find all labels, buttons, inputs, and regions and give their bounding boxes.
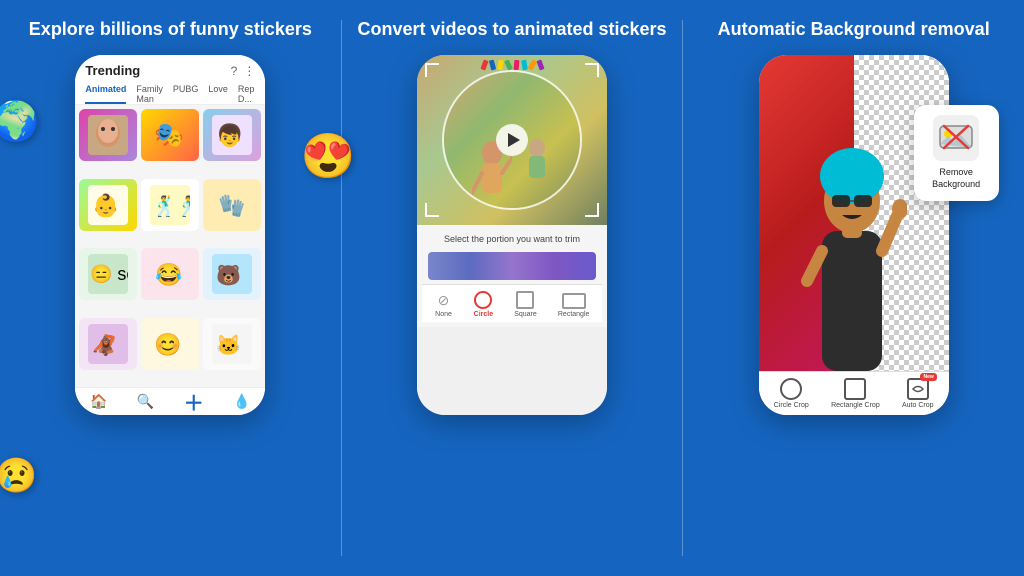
sticker-cell-3[interactable]: 👦 [203, 109, 261, 161]
home-icon[interactable]: 🏠 [90, 393, 107, 410]
svg-text:😂: 😂 [155, 262, 182, 287]
play-button[interactable] [496, 124, 528, 156]
sticker-app: Trending ? ⋮ Animated Family Man PUBG Lo… [75, 55, 265, 415]
sticker-cell-2[interactable]: 🎭 [141, 109, 199, 161]
panel-stickers-title: Explore billions of funny stickers [29, 18, 312, 41]
add-icon[interactable]: ＋ [184, 387, 204, 415]
svg-text:🎭: 🎭 [154, 122, 184, 149]
select-trim-text: Select the portion you want to trim [422, 230, 602, 248]
tool-square[interactable]: Square [514, 291, 537, 318]
question-icon[interactable]: ? [231, 64, 238, 78]
sticker-tabs: Animated Family Man PUBG Love Republic D… [85, 84, 255, 104]
bracket-tl [425, 63, 439, 77]
sticker-cell-11[interactable]: 😊 [141, 318, 199, 370]
svg-text:🦧: 🦧 [92, 333, 117, 357]
panel-bg-title: Automatic Background removal [718, 18, 990, 41]
circle-crop[interactable] [442, 70, 582, 210]
tool-circle[interactable]: Circle [474, 291, 493, 318]
tool-none-label: None [435, 311, 452, 318]
water-icon[interactable]: 💧 [233, 393, 250, 410]
bg-image-area [759, 55, 949, 371]
play-icon [508, 133, 520, 147]
tool-circle-label: Circle [474, 311, 493, 318]
sticker-cell-5[interactable]: 🕺🕺 [141, 179, 199, 231]
sticker-header-icons: ? ⋮ [231, 64, 256, 78]
sticker-cell-6[interactable]: 🧤 [203, 179, 261, 231]
sticker-cell-1[interactable] [79, 109, 137, 161]
timeline-fill [428, 252, 596, 280]
emoji-float-cry: 😢 [0, 456, 37, 496]
video-tools: ⊘ None Circle Square [422, 284, 602, 322]
panel-background: Automatic Background removal [683, 0, 1024, 576]
bracket-bl [425, 203, 439, 217]
sticker-cell-8[interactable]: 😂 [141, 248, 199, 300]
sticker-cell-9[interactable]: 🐻 [203, 248, 261, 300]
video-controls: Select the portion you want to trim ⊘ No… [417, 225, 607, 327]
more-icon[interactable]: ⋮ [243, 64, 255, 78]
panel-stickers: Explore billions of funny stickers 🌍 😢 😍… [0, 0, 341, 576]
sticker-header: Trending ? ⋮ Animated Family Man PUBG Lo… [75, 55, 265, 105]
svg-text:👶: 👶 [92, 193, 119, 218]
bg-tools: Circle Crop Rectangle Crop New Auto Crop [759, 371, 949, 415]
remove-bg-icon [933, 115, 979, 161]
video-area [417, 55, 607, 225]
search-icon[interactable]: 🔍 [137, 393, 154, 410]
rectangle-icon [562, 293, 586, 309]
auto-crop-icon: New [907, 378, 929, 400]
remove-bg-label: Remove Background [926, 167, 987, 190]
svg-text:🧤: 🧤 [218, 193, 245, 218]
tab-pubg[interactable]: PUBG [173, 84, 199, 104]
phone-video: Select the portion you want to trim ⊘ No… [417, 55, 607, 415]
sticker-cell-7[interactable]: 😑 ser [79, 248, 137, 300]
sticker-grid: 🎭 👦 👶 🕺🕺 🧤 😑 ser [75, 105, 265, 387]
panel-video-title: Convert videos to animated stickers [357, 18, 666, 41]
sticker-app-title: Trending [85, 63, 140, 78]
emoji-float-globe: 🌍 [0, 100, 39, 144]
video-timeline[interactable] [428, 252, 596, 280]
rect-crop-label: Rectangle Crop [831, 402, 880, 409]
tool-none[interactable]: ⊘ None [435, 291, 453, 318]
panel-video: Convert videos to animated stickers [342, 0, 683, 576]
circle-mask-container [417, 55, 607, 225]
sticker-cell-10[interactable]: 🦧 [79, 318, 137, 370]
tab-republic[interactable]: Republic D... [238, 84, 255, 104]
square-icon [516, 291, 534, 309]
circle-icon [474, 291, 492, 309]
new-badge: New [920, 373, 936, 381]
circle-crop-icon [780, 378, 802, 400]
tab-animated[interactable]: Animated [85, 84, 126, 104]
sticker-cell-4[interactable]: 👶 [79, 179, 137, 231]
svg-text:🐻: 🐻 [216, 263, 241, 287]
svg-text:😊: 😊 [154, 332, 181, 357]
none-icon: ⊘ [435, 291, 453, 309]
tool-square-label: Square [514, 311, 537, 318]
tool-rect-label: Rectangle [558, 311, 590, 318]
auto-crop-label: Auto Crop [902, 402, 934, 409]
circle-crop-label: Circle Crop [774, 402, 809, 409]
svg-text:🕺🕺: 🕺🕺 [152, 194, 190, 218]
remove-bg-card[interactable]: Remove Background [914, 105, 999, 200]
tab-family-man[interactable]: Family Man [136, 84, 163, 104]
rect-crop-icon [844, 378, 866, 400]
circle-crop-tool[interactable]: Circle Crop [774, 378, 809, 409]
bracket-tr [585, 63, 599, 77]
sticker-bottom-bar: 🏠 🔍 ＋ 💧 [75, 387, 265, 415]
tool-rectangle[interactable]: Rectangle [558, 291, 590, 318]
app-container: Explore billions of funny stickers 🌍 😢 😍… [0, 0, 1024, 576]
bracket-br [585, 203, 599, 217]
video-app: Select the portion you want to trim ⊘ No… [417, 55, 607, 415]
svg-text:👦: 👦 [216, 123, 243, 148]
phone-stickers: Trending ? ⋮ Animated Family Man PUBG Lo… [75, 55, 265, 415]
auto-crop-tool[interactable]: New Auto Crop [902, 378, 934, 409]
sticker-cell-12[interactable]: 🐱 [203, 318, 261, 370]
tab-love[interactable]: Love [208, 84, 228, 104]
rect-crop-tool[interactable]: Rectangle Crop [831, 378, 880, 409]
svg-text:😑 ser: 😑 ser [90, 264, 128, 284]
svg-text:🐱: 🐱 [216, 334, 241, 357]
person-figure [797, 141, 907, 371]
phone-wrapper-bg: Circle Crop Rectangle Crop New Auto Crop [759, 55, 949, 415]
